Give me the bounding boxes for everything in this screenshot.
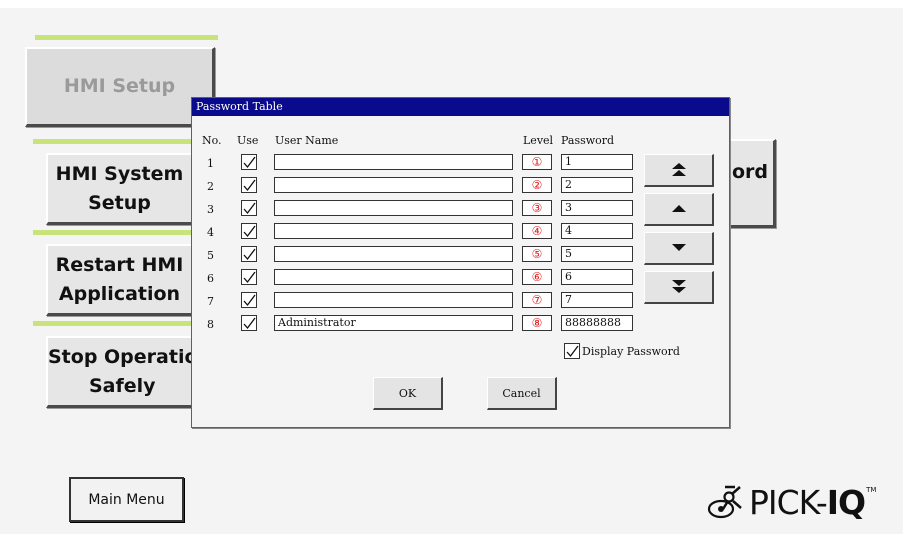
level-selector[interactable]: ⑥ [522,269,552,285]
password-field[interactable]: 3 [561,200,633,216]
use-checkbox[interactable] [241,246,257,262]
header-use: Use [237,134,259,147]
ok-button[interactable]: OK [373,377,443,410]
cancel-button[interactable]: Cancel [487,377,557,410]
user-name-field[interactable] [274,246,513,262]
level-selector[interactable]: ⑤ [522,246,552,262]
main-menu-button[interactable]: Main Menu [69,477,184,522]
display-password-checkbox[interactable] [564,343,580,359]
scroll-down-icon [671,244,686,251]
table-row: 8 Administrator ⑧ 88888888 [192,315,732,335]
level-selector[interactable]: ⑧ [522,315,552,331]
level-selector[interactable]: ① [522,154,552,170]
user-name-field[interactable] [274,269,513,285]
password-table-dialog: Password Table No. Use User Name Level P… [191,97,730,428]
user-name-field[interactable] [274,200,513,216]
level-selector[interactable]: ④ [522,223,552,239]
level-selector[interactable]: ⑦ [522,292,552,308]
pick-iq-logo: PICK- IQ TM [705,480,876,524]
password-field[interactable]: 6 [561,269,633,285]
user-name-field[interactable] [274,292,513,308]
header-no: No. [202,134,222,147]
header-user-name: User Name [275,134,339,147]
hmi-setup-button[interactable]: HMI Setup [25,47,215,127]
scroll-down-button[interactable] [644,232,714,265]
display-password-option[interactable]: Display Password [564,343,680,359]
scroll-up-button[interactable] [644,193,714,226]
stop-operation-button[interactable]: Stop Operatio Safely [46,336,194,408]
scroll-top-icon [671,163,686,176]
row-number: 5 [207,249,214,262]
accent-bar [35,35,218,40]
password-field[interactable]: 4 [561,223,633,239]
scroll-top-button[interactable] [644,154,714,187]
level-selector[interactable]: ② [522,177,552,193]
row-number: 1 [207,157,214,170]
row-number: 2 [207,180,214,193]
use-checkbox[interactable] [241,269,257,285]
user-name-field[interactable] [274,177,513,193]
level-selector[interactable]: ③ [522,200,552,216]
user-name-field[interactable] [274,223,513,239]
use-checkbox[interactable] [241,154,257,170]
password-field[interactable]: 5 [561,246,633,262]
user-name-field[interactable] [274,154,513,170]
header-password: Password [561,134,615,147]
dialog-title: Password Table [192,98,729,116]
use-checkbox[interactable] [241,200,257,216]
hmi-system-setup-button[interactable]: HMI System Setup [46,153,194,225]
scroll-bottom-icon [671,280,686,293]
accent-bar [33,321,193,326]
password-field[interactable]: 7 [561,292,633,308]
restart-hmi-button[interactable]: Restart HMI Application [46,244,194,316]
password-field[interactable]: 88888888 [561,315,633,331]
row-number: 6 [207,272,214,285]
user-name-field[interactable]: Administrator [274,315,513,331]
accent-bar [33,230,193,235]
row-number: 3 [207,203,214,216]
use-checkbox[interactable] [241,177,257,193]
scroll-up-icon [671,205,686,212]
use-checkbox[interactable] [241,315,257,331]
password-field[interactable]: 2 [561,177,633,193]
row-number: 4 [207,226,214,239]
accent-bar [33,139,193,144]
password-field[interactable]: 1 [561,154,633,170]
use-checkbox[interactable] [241,223,257,239]
header-level: Level [523,134,554,147]
display-password-label: Display Password [582,344,680,358]
row-number: 7 [207,295,214,308]
row-number: 8 [207,318,214,331]
use-checkbox[interactable] [241,292,257,308]
robot-arm-icon [707,485,742,519]
scroll-bottom-button[interactable] [644,271,714,304]
